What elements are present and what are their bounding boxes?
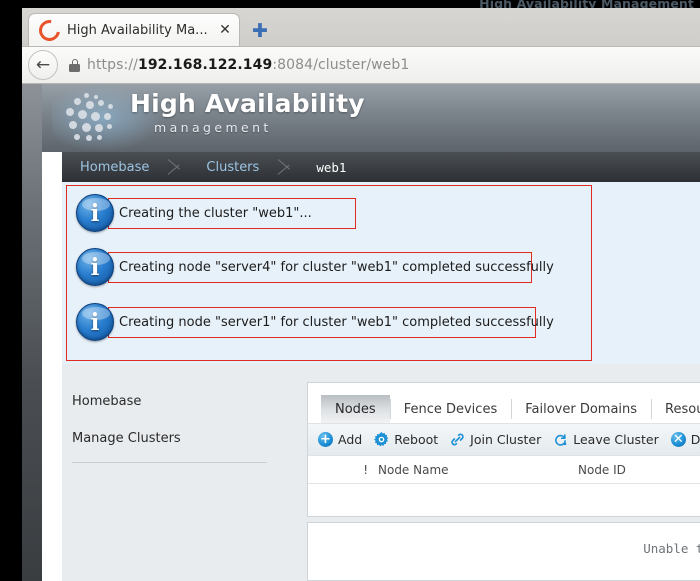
tab-nodes[interactable]: Nodes (321, 395, 390, 423)
notification-item: i Creating the cluster "web1"... (76, 194, 356, 232)
join-cluster-button[interactable]: Join Cluster (450, 432, 541, 447)
x-circle-icon: ✕ (671, 432, 686, 447)
status-message: Unable to c (643, 541, 700, 556)
url-host: 192.168.122.149 (138, 57, 272, 73)
add-button-label: Add (338, 432, 362, 447)
notification-text: Creating node "server1" for cluster "web… (108, 307, 536, 338)
close-icon[interactable]: ✕ (217, 22, 233, 38)
page-viewport: High Availability management Homebase Cl… (22, 84, 700, 581)
notification-text: Creating the cluster "web1"... (108, 198, 356, 229)
loading-spinner-icon (35, 15, 64, 44)
panel-tab-list: Nodes Fence Devices Failover Domains Res… (308, 383, 700, 423)
leave-cluster-button-label: Leave Cluster (573, 432, 659, 447)
sidebar-item-manage-clusters[interactable]: Manage Clusters (72, 431, 272, 446)
column-header-node-name: Node Name (378, 463, 578, 477)
info-icon: i (76, 303, 114, 341)
link-icon (450, 432, 465, 447)
sidebar-divider (72, 462, 267, 463)
chevron-right-icon (164, 152, 188, 182)
app-header: High Availability management (42, 84, 700, 152)
sidebar: Homebase Manage Clusters (72, 394, 272, 468)
browser-window: High Availability Ma... ✕ ✚ ← https://19… (22, 8, 700, 581)
back-icon[interactable]: ← (28, 50, 58, 80)
chevron-right-icon (274, 152, 298, 182)
tab-fence-devices[interactable]: Fence Devices (390, 395, 512, 423)
page-content: High Availability management Homebase Cl… (42, 84, 700, 581)
join-cluster-button-label: Join Cluster (470, 432, 541, 447)
add-button[interactable]: + Add (318, 432, 362, 447)
column-header-alert: ! (308, 463, 378, 477)
reboot-button-label: Reboot (394, 432, 438, 447)
breadcrumb-item-homebase[interactable]: Homebase (62, 152, 164, 182)
browser-tab[interactable]: High Availability Ma... ✕ (28, 13, 240, 46)
new-tab-icon[interactable]: ✚ (250, 21, 270, 41)
breadcrumb: Homebase Clusters web1 (62, 152, 700, 182)
notification-item: i Creating node "server4" for cluster "w… (76, 248, 532, 286)
screen: High Availability Management High Availa… (0, 0, 700, 581)
notification-item: i Creating node "server1" for cluster "w… (76, 303, 536, 341)
delete-button[interactable]: ✕ Delet (671, 432, 700, 447)
status-panel: Unable to c (307, 522, 700, 581)
url-scheme: https:// (87, 57, 138, 73)
url-path: :8084/cluster/web1 (272, 57, 409, 73)
brand-subtitle: management (154, 120, 272, 135)
screen-left-black-edge (0, 0, 22, 581)
tab-label: Fence Devices (404, 402, 498, 417)
column-header-node-id: Node ID (578, 463, 700, 477)
leave-arrows-icon (553, 432, 568, 447)
tab-label: Failover Domains (525, 402, 637, 417)
gear-icon (374, 432, 389, 447)
window-left-shadow-edge (22, 84, 42, 581)
plus-circle-icon: + (318, 432, 333, 447)
lock-icon (69, 59, 80, 72)
cluster-panel: Nodes Fence Devices Failover Domains Res… (307, 382, 700, 517)
tab-failover-domains[interactable]: Failover Domains (511, 395, 651, 423)
reboot-button[interactable]: Reboot (374, 432, 438, 447)
tab-label: Nodes (335, 402, 376, 417)
info-icon: i (76, 248, 114, 286)
leave-cluster-button[interactable]: Leave Cluster (553, 432, 659, 447)
notification-text: Creating node "server4" for cluster "web… (108, 252, 532, 283)
browser-navigation-bar: ← https://192.168.122.149:8084/cluster/w… (22, 46, 700, 84)
sidebar-item-homebase[interactable]: Homebase (72, 394, 272, 409)
tab-label: Resources (665, 402, 700, 417)
address-bar[interactable]: https://192.168.122.149:8084/cluster/web… (58, 57, 694, 73)
info-icon: i (76, 194, 114, 232)
browser-tab-title: High Availability Ma... (67, 23, 210, 38)
breadcrumb-item-current: web1 (298, 152, 361, 182)
brand-title: High Availability (130, 90, 365, 119)
panel-toolbar: + Add Reboot (308, 423, 700, 456)
cluster-logo-icon (64, 92, 126, 144)
node-table-header: ! Node Name Node ID (308, 456, 700, 484)
delete-button-label: Delet (691, 432, 700, 447)
browser-tab-strip: High Availability Ma... ✕ ✚ (22, 8, 700, 46)
tab-resources[interactable]: Resources (651, 395, 700, 423)
url-text: https://192.168.122.149:8084/cluster/web… (87, 57, 409, 73)
breadcrumb-item-clusters[interactable]: Clusters (188, 152, 274, 182)
